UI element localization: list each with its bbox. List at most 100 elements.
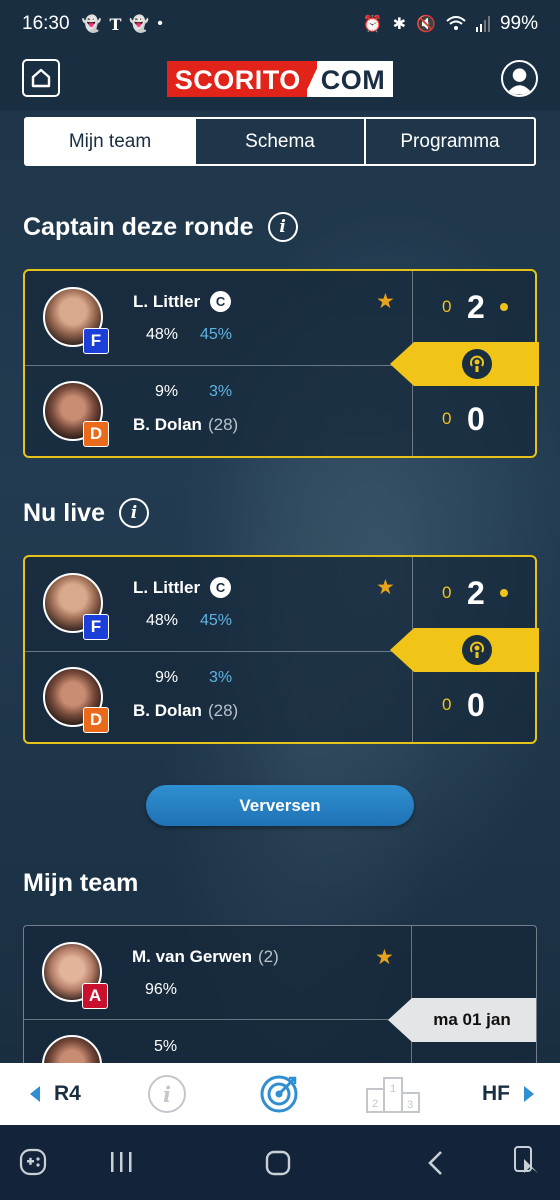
sets-score: 2 xyxy=(467,288,485,325)
captain-percentage: 45% xyxy=(200,326,233,343)
sets-score: 0 xyxy=(467,400,485,437)
status-time: 16:30 xyxy=(22,13,70,34)
section-title: Mijn team xyxy=(23,869,139,897)
back-icon[interactable] xyxy=(424,1149,448,1177)
newspaper-icon: T xyxy=(109,14,122,34)
refresh-button[interactable]: Verversen xyxy=(146,785,414,826)
recent-apps-icon[interactable] xyxy=(108,1149,134,1175)
user-icon xyxy=(505,67,534,95)
legs-score: 0 xyxy=(442,695,452,714)
row-divider xyxy=(25,365,413,366)
captain-match-card[interactable]: F L. Littler C 48% 45% ★ 0 2 D 9% 3% B. … xyxy=(23,269,539,458)
legs-score: 0 xyxy=(442,297,452,316)
arrow-right-icon xyxy=(524,1086,534,1102)
player-name: L. Littler xyxy=(133,291,201,311)
live-match-card[interactable]: F L. Littler C 48% 45% ★ 0 2 D 9% 3% B. … xyxy=(23,555,539,744)
sets-score: 2 xyxy=(467,574,485,611)
live-indicator[interactable] xyxy=(390,628,539,672)
captain-section-header: Captain deze ronde i xyxy=(23,212,298,242)
player-seed: (2) xyxy=(257,947,279,966)
app-header: SCORITO COM xyxy=(0,48,560,110)
captain-icon: C xyxy=(210,577,232,598)
player-name: M. van Gerwen xyxy=(132,947,252,966)
player-name-row: B. Dolan (28) xyxy=(133,415,238,435)
player-badge: F xyxy=(83,614,109,640)
score-player1: 0 2 xyxy=(413,285,539,329)
legs-score: 0 xyxy=(442,409,452,428)
player-badge: F xyxy=(83,328,109,354)
live-broadcast-icon xyxy=(461,349,492,379)
player-name: B. Dolan xyxy=(133,701,202,720)
svg-text:1: 1 xyxy=(390,1083,396,1095)
player-badge: A xyxy=(82,983,108,1009)
snapchat-icon: 👻 xyxy=(81,16,102,33)
captain-percentage: 3% xyxy=(209,383,233,400)
star-icon: ★ xyxy=(375,946,394,969)
player-name: L. Littler xyxy=(133,577,201,597)
captain-icon: C xyxy=(210,291,232,312)
accessibility-icon[interactable] xyxy=(512,1145,542,1179)
home-button[interactable] xyxy=(22,59,60,97)
serving-indicator xyxy=(500,589,508,597)
player-seed: (28) xyxy=(207,701,239,720)
main-content: Captain deze ronde i F L. Littler C 48% … xyxy=(0,0,560,1200)
target-icon[interactable] xyxy=(258,1073,300,1115)
owned-percentage: 96% xyxy=(145,981,178,998)
star-icon: ★ xyxy=(376,576,395,599)
bluetooth-icon: ✱ xyxy=(392,16,407,33)
snapchat-icon: 👻 xyxy=(129,16,150,33)
player-badge: D xyxy=(83,707,109,733)
owned-percentage: 9% xyxy=(155,669,179,686)
player-seed: (28) xyxy=(207,415,239,434)
live-indicator[interactable] xyxy=(390,342,539,386)
home-nav-icon[interactable] xyxy=(264,1149,292,1177)
arrow-left-icon xyxy=(30,1086,40,1102)
tab-schema[interactable]: Schema xyxy=(196,119,366,164)
system-navigation-bar xyxy=(0,1125,560,1200)
row-divider xyxy=(25,651,413,652)
scorito-logo: SCORITO COM xyxy=(166,61,394,97)
player-badge: D xyxy=(83,421,109,447)
section-title: Captain deze ronde xyxy=(23,212,254,241)
section-title: Nu live xyxy=(23,498,105,527)
previous-round-label: R4 xyxy=(54,1082,81,1105)
live-broadcast-icon xyxy=(461,635,492,665)
tab-programma[interactable]: Programma xyxy=(366,119,534,164)
owned-percentage: 48% xyxy=(146,326,179,343)
star-icon: ★ xyxy=(376,290,395,313)
serving-indicator xyxy=(500,303,508,311)
notification-icons: 👻 T 👻 • xyxy=(82,14,163,34)
owned-percentage: 48% xyxy=(146,612,179,629)
game-launcher-icon[interactable] xyxy=(18,1147,48,1177)
info-icon[interactable]: i xyxy=(148,1075,186,1113)
owned-percentage: 5% xyxy=(154,1038,178,1055)
next-round-button[interactable]: HF xyxy=(482,1082,534,1106)
score-player2: 0 0 xyxy=(413,683,539,727)
battery-level: 99% xyxy=(499,13,538,34)
owned-percentage: 9% xyxy=(155,383,179,400)
main-tabs: Mijn team Schema Programma xyxy=(24,117,536,166)
player-name-row: L. Littler C xyxy=(133,577,232,598)
logo-text-right: COM xyxy=(316,61,394,97)
match-date-tag: ma 01 jan xyxy=(388,998,536,1042)
info-icon[interactable]: i xyxy=(267,212,298,242)
dot-icon: • xyxy=(157,15,163,32)
logo-slash xyxy=(306,61,317,97)
player-name-row: B. Dolan (28) xyxy=(133,701,238,721)
svg-text:2: 2 xyxy=(372,1098,378,1110)
system-icons: ⏰ ✱ 🔇 99% xyxy=(363,13,538,35)
podium-icon[interactable]: 1 2 3 xyxy=(365,1075,421,1113)
logo-text-left: SCORITO xyxy=(166,61,307,97)
player-name-row: L. Littler C xyxy=(133,291,232,312)
info-icon[interactable]: i xyxy=(118,498,149,528)
legs-score: 0 xyxy=(442,583,452,602)
captain-percentage: 3% xyxy=(209,669,233,686)
team-match-card[interactable]: A M. van Gerwen (2) 96% ★ ma 01 jan 5% xyxy=(23,925,537,1085)
live-section-header: Nu live i xyxy=(23,498,149,528)
row-divider xyxy=(24,1019,412,1020)
previous-round-button[interactable]: R4 xyxy=(30,1082,81,1106)
next-round-label: HF xyxy=(482,1082,510,1105)
profile-button[interactable] xyxy=(501,60,538,97)
tab-mijn-team[interactable]: Mijn team xyxy=(26,119,196,164)
home-icon xyxy=(31,68,51,88)
